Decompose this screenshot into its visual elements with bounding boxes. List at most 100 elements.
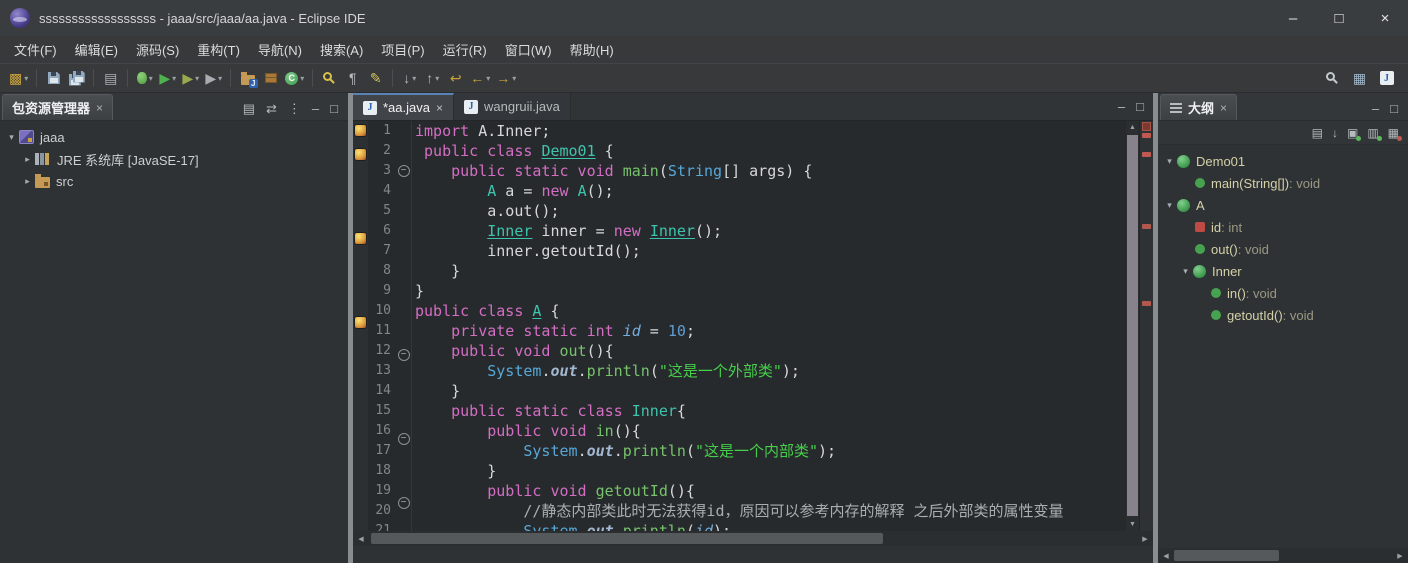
gutter-marker-cell[interactable] [353,517,368,531]
collapse-fold-icon[interactable]: − [397,349,410,361]
minimize-icon[interactable]: – [1118,100,1125,113]
menu-item-8[interactable]: 运行(R) [434,36,496,63]
outline-tree-item-6[interactable]: ▾ Inner [1158,260,1408,282]
debug-button[interactable]: ▾ [133,66,156,90]
outline-tree-item-4[interactable]: id : int [1158,216,1408,238]
quick-access-search-button[interactable] [1321,66,1344,90]
menu-item-10[interactable]: 帮助(H) [561,36,623,63]
minimize-button[interactable]: – [1270,0,1316,36]
next-annotation-button[interactable]: ↓ ▾ [398,66,421,90]
scroll-right-arrow-icon[interactable]: ▶ [1139,535,1151,543]
fold-cell[interactable] [396,245,411,265]
maximize-icon[interactable]: □ [330,102,338,115]
menu-item-1[interactable]: 文件(F) [5,36,66,63]
expander-open-icon[interactable]: ▾ [4,132,19,143]
gutter-marker-cell[interactable] [353,293,368,313]
gutter-marker-cell[interactable] [353,317,368,337]
fold-cell[interactable]: − [396,497,411,517]
fold-cell[interactable] [396,305,411,325]
new-package-button[interactable] [259,66,282,90]
code-viewport[interactable]: import A.Inner; public class Demo01 { pu… [412,121,1126,531]
minimize-icon[interactable]: – [312,102,319,115]
gutter-marker-cell[interactable] [353,149,368,169]
menu-item-2[interactable]: 编辑(E) [66,36,127,63]
scroll-right-arrow-icon[interactable]: ▶ [1394,552,1406,560]
outline-tab[interactable]: 大纲 × [1160,94,1238,120]
gutter-marker-cell[interactable] [353,397,368,417]
close-icon[interactable]: × [1220,101,1227,115]
fold-cell[interactable] [396,409,411,429]
java-perspective-button[interactable]: J [1375,66,1398,90]
expander-open-icon[interactable]: ▾ [1162,156,1177,167]
code-line[interactable]: System.out.println("这是一个内部类"); [415,441,1126,461]
gutter-marker-cell[interactable] [353,437,368,457]
gutter-marker-cell[interactable] [353,377,368,397]
fold-cell[interactable] [396,473,411,493]
code-line[interactable]: public class Demo01 { [415,141,1126,161]
code-line[interactable]: System.out.println(id); [415,521,1126,531]
menu-item-6[interactable]: 搜索(A) [311,36,372,63]
code-line[interactable]: A a = new A(); [415,181,1126,201]
fold-cell[interactable]: − [396,349,411,369]
fold-cell[interactable] [396,265,411,285]
code-line[interactable]: public void out(){ [415,341,1126,361]
warning-marker-icon[interactable] [355,233,366,244]
collapse-fold-icon[interactable]: − [397,433,410,445]
warning-marker-icon[interactable] [355,317,366,328]
menu-item-9[interactable]: 窗口(W) [496,36,561,63]
gutter-marker-cell[interactable] [353,417,368,437]
menu-item-7[interactable]: 项目(P) [372,36,433,63]
fold-cell[interactable] [396,205,411,225]
warning-marker-icon[interactable] [355,149,366,160]
hide-static-members-icon[interactable]: ▥ [1367,127,1382,141]
forward-button[interactable]: → ▾ [493,66,519,90]
hide-fields-icon[interactable]: ▣ [1347,127,1362,141]
outline-tree-item-5[interactable]: out() : void [1158,238,1408,260]
expander-open-icon[interactable]: ▾ [1178,266,1193,277]
gutter-marker-cell[interactable] [353,253,368,273]
fold-cell[interactable] [396,325,411,345]
code-line[interactable]: public class A { [415,301,1126,321]
fold-cell[interactable] [396,121,411,141]
link-with-editor-icon[interactable]: ⇄ [266,102,277,115]
gutter-marker-cell[interactable] [353,457,368,477]
pkg-tree-item-3[interactable]: ▸ src [0,170,348,192]
hide-non-public-members-icon[interactable]: ▦ [1388,127,1402,141]
vertical-scrollbar[interactable]: ▲ ▼ [1126,121,1139,531]
horizontal-scrollbar-thumb[interactable] [371,533,883,544]
collapse-all-icon[interactable]: ▤ [1312,127,1323,139]
code-line[interactable]: Inner inner = new Inner(); [415,221,1126,241]
gutter-marker-cell[interactable] [353,125,368,145]
close-button[interactable]: × [1362,0,1408,36]
collapse-all-icon[interactable]: ▤ [243,102,255,115]
new-wizard-button[interactable]: ▩ ▾ [6,66,31,90]
fold-cell[interactable] [396,141,411,161]
gutter-marker-cell[interactable] [353,209,368,229]
expander-closed-icon[interactable]: ▸ [20,176,35,187]
package-explorer-tab[interactable]: 包资源管理器 × [2,94,114,120]
fold-cell[interactable] [396,369,411,389]
run-button[interactable]: ▶ ▾ [156,66,179,90]
collapse-fold-icon[interactable]: − [397,165,410,177]
show-whitespace-button[interactable]: ¶ [341,66,364,90]
vertical-scrollbar-thumb[interactable] [1127,135,1138,516]
outline-tree-item-3[interactable]: ▾ A [1158,194,1408,216]
code-line[interactable]: public void getoutId(){ [415,481,1126,501]
maximize-icon[interactable]: □ [1390,102,1398,115]
menu-item-4[interactable]: 重构(T) [188,36,249,63]
fold-cell[interactable] [396,453,411,473]
gutter-marker-cell[interactable] [353,497,368,517]
external-tools-button[interactable]: ▶ ▾ [202,66,225,90]
expander-closed-icon[interactable]: ▸ [20,154,35,165]
overview-annotation-mark[interactable] [1142,133,1151,139]
print-button[interactable]: ▤ [99,66,122,90]
code-line[interactable]: } [415,261,1126,281]
minimize-icon[interactable]: – [1372,102,1379,115]
coverage-button[interactable]: ▶ ▾ [179,66,202,90]
code-line[interactable]: System.out.println("这是一个外部类"); [415,361,1126,381]
scroll-down-arrow-icon[interactable]: ▼ [1126,518,1139,531]
save-all-button[interactable] [65,66,88,90]
overview-annotation-mark[interactable] [1142,151,1151,157]
annotation-gutter[interactable] [353,121,368,531]
pkg-tree-item-1[interactable]: ▾ jaaa [0,126,348,148]
